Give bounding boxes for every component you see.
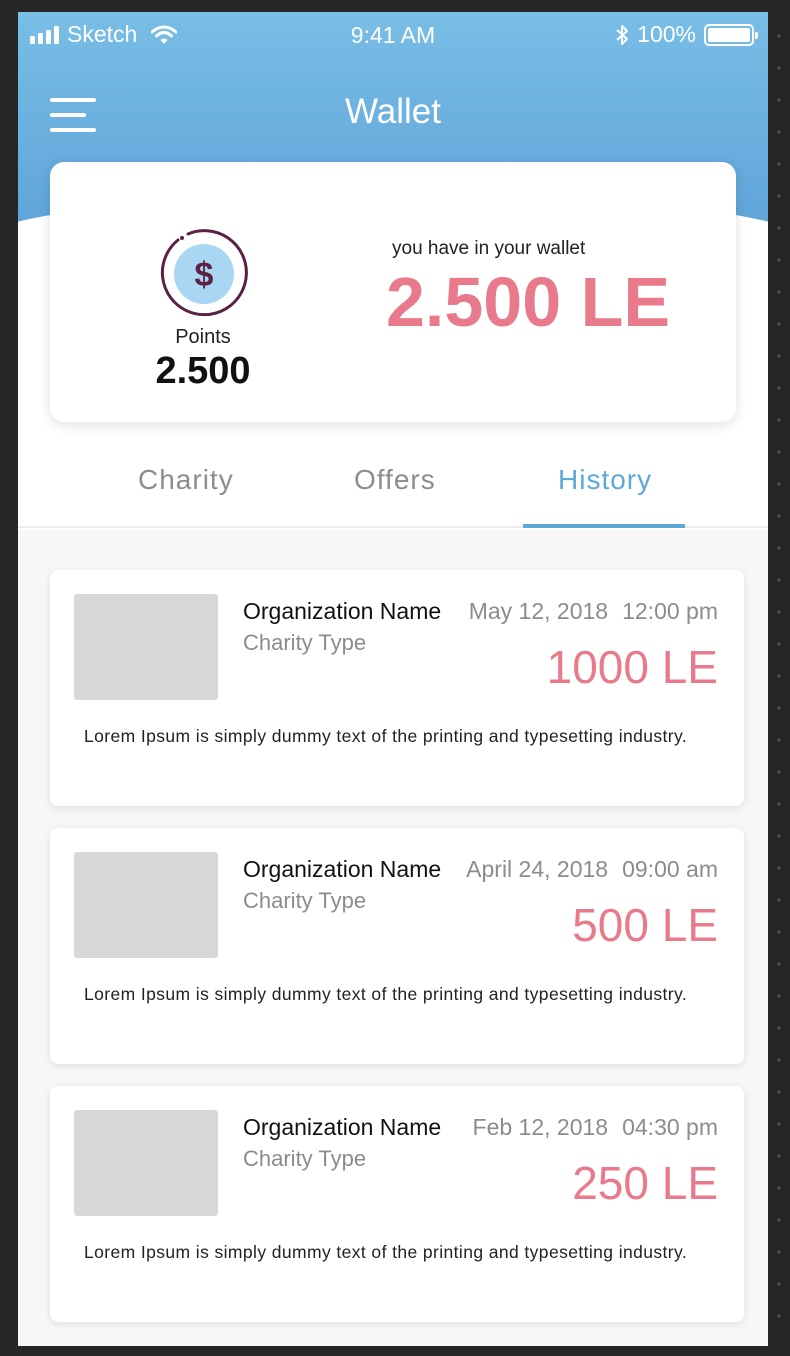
navigation-bar: Wallet <box>18 76 768 148</box>
active-tab-indicator <box>523 524 685 528</box>
points-value: 2.500 <box>155 350 251 392</box>
transaction-description: Lorem Ipsum is simply dummy text of the … <box>84 1242 688 1262</box>
tab-history[interactable]: History <box>558 464 652 496</box>
tab-charity[interactable]: Charity <box>138 464 234 496</box>
dollar-coin-icon: $ <box>158 228 250 320</box>
status-bar-right: 100% <box>615 21 758 48</box>
svg-text:$: $ <box>195 256 214 294</box>
history-card[interactable]: Organization Name Charity Type Feb 12, 2… <box>50 1086 744 1322</box>
transaction-time: 09:00 am <box>622 856 718 882</box>
battery-percentage: 100% <box>637 21 696 47</box>
transaction-description: Lorem Ipsum is simply dummy text of the … <box>84 726 688 746</box>
transaction-date: April 24, 2018 <box>466 856 609 882</box>
page-title: Wallet <box>345 92 441 131</box>
transaction-time: 04:30 pm <box>622 1114 718 1140</box>
wallet-summary-card: $ Points 2.500 you have in your wallet 2… <box>50 162 736 422</box>
battery-icon <box>704 23 758 46</box>
transaction-datetime: May 12, 2018 12:00 pm <box>469 598 718 625</box>
wallet-balance-label: you have in your wallet <box>392 238 586 259</box>
bluetooth-icon <box>616 24 629 45</box>
artboard-edge-dots <box>776 20 782 1340</box>
phone-screen: Sketch 9:41 AM 100% Wallet $ Points 2.50… <box>18 12 768 1346</box>
organization-image-placeholder <box>74 1110 218 1216</box>
transaction-date: May 12, 2018 <box>468 598 609 624</box>
organization-image-placeholder <box>74 852 218 958</box>
transaction-amount: 500 LE <box>572 899 718 951</box>
transaction-datetime: Feb 12, 2018 04:30 pm <box>473 1114 718 1141</box>
transaction-datetime: April 24, 2018 09:00 am <box>466 856 718 883</box>
tab-offers[interactable]: Offers <box>354 464 436 496</box>
charity-type: Charity Type <box>243 888 367 913</box>
transaction-amount: 250 LE <box>572 1157 718 1209</box>
transaction-date: Feb 12, 2018 <box>472 1114 609 1140</box>
organization-image-placeholder <box>74 594 218 700</box>
tab-bar: Charity Offers History <box>18 452 768 528</box>
history-list: Organization Name Charity Type May 12, 2… <box>18 530 768 1346</box>
charity-type: Charity Type <box>243 630 367 655</box>
history-card[interactable]: Organization Name Charity Type May 12, 2… <box>50 570 744 806</box>
transaction-time: 12:00 pm <box>622 598 718 624</box>
transaction-amount: 1000 LE <box>546 641 718 693</box>
organization-name: Organization Name <box>243 856 442 882</box>
transaction-description: Lorem Ipsum is simply dummy text of the … <box>84 984 688 1004</box>
history-card[interactable]: Organization Name Charity Type April 24,… <box>50 828 744 1064</box>
organization-name: Organization Name <box>243 598 442 624</box>
status-bar: Sketch 9:41 AM 100% <box>18 12 768 56</box>
charity-type: Charity Type <box>243 1146 367 1171</box>
points-label: Points <box>175 326 231 348</box>
organization-name: Organization Name <box>243 1114 442 1140</box>
wallet-balance-amount: 2.500 LE <box>386 263 671 341</box>
